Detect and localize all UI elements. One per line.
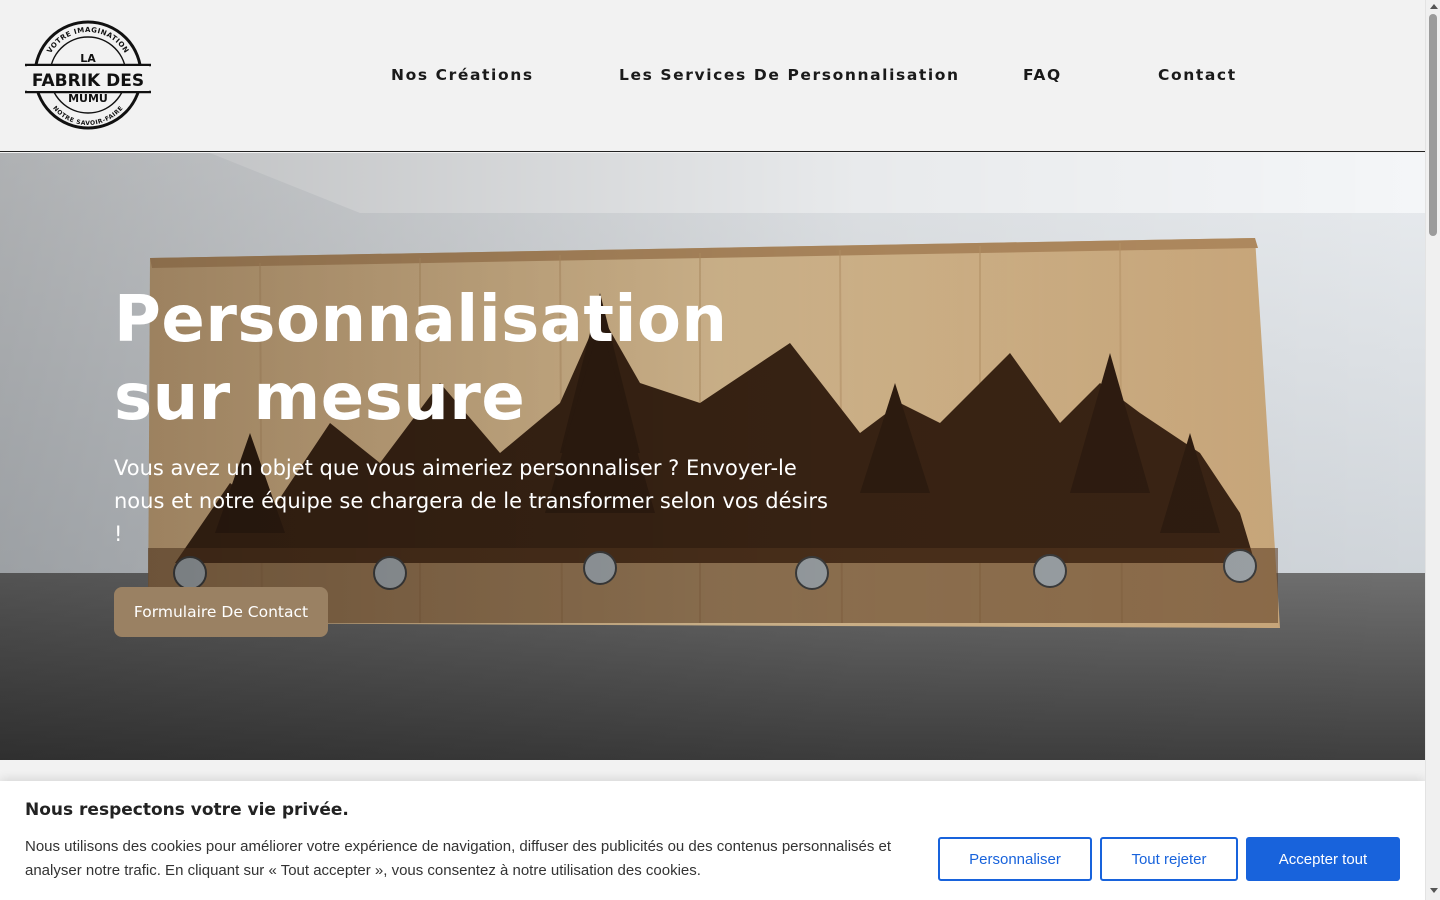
logo-arc-bottom: NOTRE SAVOIR-FAIRE xyxy=(51,105,124,127)
main-nav: Nos Créations Les Services De Personnali… xyxy=(0,66,1425,88)
nav-item-contact[interactable]: Contact xyxy=(1158,66,1237,84)
cookie-consent-banner: Nous respectons votre vie privée. Nous u… xyxy=(0,781,1425,900)
logo-line-3: MUMU xyxy=(68,92,108,105)
page: VOTRE IMAGINATION NOTRE SAVOIR-FAIRE LA … xyxy=(0,0,1425,900)
nav-item-faq[interactable]: FAQ xyxy=(1023,66,1062,84)
scroll-down-arrow-icon[interactable] xyxy=(1430,888,1438,893)
reject-all-cookies-button[interactable]: Tout rejeter xyxy=(1100,837,1238,881)
nav-item-creations[interactable]: Nos Créations xyxy=(391,66,534,84)
accept-all-cookies-button[interactable]: Accepter tout xyxy=(1246,837,1400,881)
page-scrollbar[interactable] xyxy=(1425,0,1440,900)
scrollbar-thumb[interactable] xyxy=(1429,14,1437,236)
hero-section: Personnalisation sur mesure Vous avez un… xyxy=(0,153,1425,760)
cookie-description: Nous utilisons des cookies pour améliore… xyxy=(25,838,892,879)
scroll-up-arrow-icon[interactable] xyxy=(1430,4,1438,9)
nav-item-services[interactable]: Les Services De Personnalisation xyxy=(619,66,960,84)
contact-form-button[interactable]: Formulaire De Contact xyxy=(114,587,328,637)
svg-text:NOTRE SAVOIR-FAIRE: NOTRE SAVOIR-FAIRE xyxy=(51,105,124,127)
site-header: VOTRE IMAGINATION NOTRE SAVOIR-FAIRE LA … xyxy=(0,0,1425,152)
hero-title: Personnalisation sur mesure xyxy=(114,283,728,435)
cookie-title: Nous respectons votre vie privée. xyxy=(25,800,349,820)
customize-cookies-button[interactable]: Personnaliser xyxy=(938,837,1092,881)
logo-line-1: LA xyxy=(80,52,96,65)
hero-description: Vous avez un objet que vous aimeriez per… xyxy=(114,456,828,546)
